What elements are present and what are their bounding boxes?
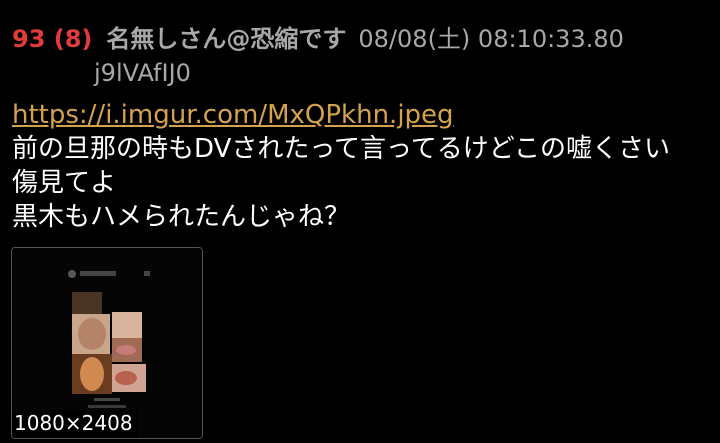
image-dimensions: 1080×2408 — [12, 410, 137, 438]
post-header: 93 (8) 名無しさん@恐縮です 08/08(土) 08:10:33.80 — [12, 22, 624, 56]
post-datetime: 08/08(土) 08:10:33.80 — [358, 25, 624, 53]
post: 93 (8) 名無しさん@恐縮です 08/08(土) 08:10:33.80 j9l… — [0, 0, 720, 443]
post-number[interactable]: 93 (8) — [12, 25, 92, 53]
poster-name: 名無しさん@恐縮です — [106, 25, 347, 53]
image-link[interactable]: https://i.imgur.com/MxQPkhn.jpeg — [12, 98, 712, 132]
poster-id[interactable]: j9lVAfIJ0 — [94, 58, 191, 88]
post-body: https://i.imgur.com/MxQPkhn.jpeg 前の旦那の時も… — [12, 98, 712, 234]
post-line: 前の旦那の時もDVされたって言ってるけどこの嘘くさい — [12, 134, 670, 164]
post-line: 傷見てよ — [12, 168, 117, 198]
reply-count[interactable]: (8) — [54, 25, 93, 53]
post-number-value[interactable]: 93 — [12, 25, 45, 53]
image-thumbnail[interactable]: 1080×2408 — [11, 247, 203, 439]
post-line: 黒木もハメられたんじゃね？ — [12, 202, 351, 232]
